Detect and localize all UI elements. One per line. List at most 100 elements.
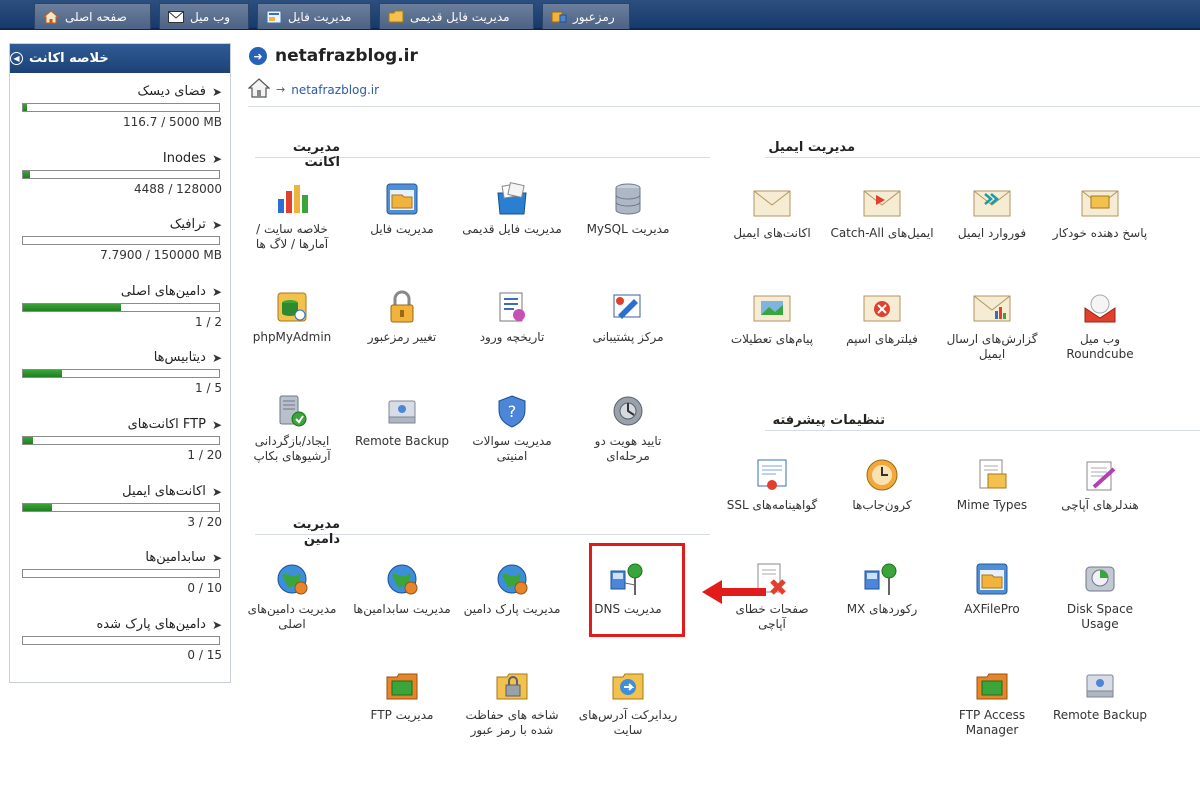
catch-all-email[interactable]: ایمیل‌های Catch-All	[830, 184, 934, 241]
quota-label: دیتابیس‌ها	[153, 350, 206, 365]
spam-filters-label: فیلترهای اسپم	[846, 332, 918, 346]
site-redirects[interactable]: ریدایرکت آدرس‌های سایت	[576, 666, 680, 738]
quota-progress-fill	[23, 104, 27, 111]
quota-label-row: اکانت‌های FTP ➤	[20, 417, 222, 432]
home-icon[interactable]	[247, 78, 271, 101]
protected-folder-icon	[492, 666, 532, 704]
ftp-access-manager[interactable]: FTP Access Manager	[940, 666, 1044, 738]
top-nav-bar: صفحه اصلی وب میل مدیریت فایل مدیریت فایل…	[0, 0, 1200, 30]
login-history-icon	[492, 288, 532, 326]
change-password-label: تغییر رمزعبور	[367, 330, 437, 344]
spam-filter-icon	[862, 290, 902, 328]
mime-types-icon	[972, 456, 1012, 494]
quota-label-row: دیتابیس‌ها ➤	[20, 350, 222, 365]
tab-password-label: رمزعبور	[573, 9, 615, 24]
password-protected-dirs[interactable]: شاخه های حفاظت شده با رمز عبور	[460, 666, 564, 738]
roundcube-webmail[interactable]: وب میل Roundcube	[1048, 290, 1152, 362]
ftp-access-icon	[972, 666, 1012, 704]
quota-label: اکانت‌های ایمیل	[122, 484, 206, 499]
remote-backup-advanced[interactable]: Remote Backup	[1048, 666, 1152, 723]
apache-handlers-label: هندلرهای آپاچی	[1061, 498, 1139, 512]
ftp-manager[interactable]: مدیریت FTP	[350, 666, 454, 723]
email-delivery-reports-label: گزارش‌های ارسال ایمیل	[946, 332, 1038, 361]
email-forwarders[interactable]: فوروارد ایمیل	[940, 184, 1044, 241]
tab-password[interactable]: رمزعبور	[542, 3, 630, 29]
site-summary-stats[interactable]: خلاصه سایت / آمارها / لاگ ها	[240, 180, 344, 252]
quota-label: دامین‌های پارک شده	[96, 617, 206, 632]
section-email-management: مدیریت ایمیل	[765, 140, 1200, 158]
ftp-access-manager-label: FTP Access Manager	[958, 708, 1026, 737]
disk-space-usage[interactable]: Disk Space Usage	[1048, 560, 1152, 632]
ftp-manager-icon	[382, 666, 422, 704]
legacy-file-manager-label: مدیریت فایل قدیمی	[462, 222, 562, 236]
quota-item: فضای دیسک ➤ 116.7 / 5000 MB	[20, 84, 222, 129]
mx-records-icon	[862, 560, 902, 598]
pointer-arrow-icon: ➤	[211, 484, 222, 499]
email-accounts[interactable]: اکانت‌های ایمیل	[720, 184, 824, 241]
autoresponder[interactable]: پاسخ دهنده خودکار	[1048, 184, 1152, 241]
file-manager-icon	[266, 10, 282, 24]
quota-label-row: دامین‌های اصلی ➤	[20, 284, 222, 299]
email-delivery-reports[interactable]: گزارش‌های ارسال ایمیل	[940, 290, 1044, 362]
subdomains[interactable]: مدیریت سابدامین‌ها	[350, 560, 454, 617]
tab-file-manager[interactable]: مدیریت فایل	[257, 3, 371, 29]
vacation-messages[interactable]: پیام‌های تعطیلات	[720, 290, 824, 347]
header-divider	[248, 106, 1200, 107]
pointer-arrow-icon: ➤	[211, 550, 222, 565]
phpmyadmin[interactable]: phpMyAdmin	[240, 288, 344, 345]
account-summary-panel: خلاصه اکانت ◀ فضای دیسک ➤ 116.7 / 5000 MB I…	[9, 43, 231, 683]
envelope-icon	[752, 184, 792, 222]
security-questions[interactable]: ? مدیریت سوالات امنیتی	[460, 392, 564, 464]
ssl-certificates[interactable]: گواهینامه‌های SSL	[720, 456, 824, 513]
mail-report-icon	[972, 290, 1012, 328]
parked-domains[interactable]: مدیریت پارک دامین	[460, 560, 564, 617]
axfilepro[interactable]: AXFilePro	[940, 560, 1044, 617]
globe-gear-icon	[382, 560, 422, 598]
site-summary-stats-label: خلاصه سایت / آمارها / لاگ ها	[255, 222, 329, 251]
stats-icon	[272, 180, 312, 218]
ftp-manager-label: مدیریت FTP	[370, 708, 434, 722]
quota-item: دیتابیس‌ها ➤ 1 / 5	[20, 350, 222, 395]
support-center[interactable]: مرکز پشتیبانی	[576, 288, 680, 345]
section-domain-title: مدیریت دامین	[292, 517, 340, 547]
change-password[interactable]: تغییر رمزعبور	[350, 288, 454, 345]
axfilepro-label: AXFilePro	[964, 602, 1020, 616]
quota-progress-bar	[22, 236, 220, 245]
tab-home[interactable]: صفحه اصلی	[34, 3, 151, 29]
apache-handlers[interactable]: هندلرهای آپاچی	[1048, 456, 1152, 513]
tab-webmail[interactable]: وب میل	[159, 3, 249, 29]
two-factor-auth-label: تایید هویت دو مرحله‌ای	[594, 434, 662, 463]
parked-domains-label: مدیریت پارک دامین	[463, 602, 561, 616]
two-factor-auth[interactable]: تایید هویت دو مرحله‌ای	[576, 392, 680, 464]
quota-label-row: دامین‌های پارک شده ➤	[20, 617, 222, 632]
mysql-manager[interactable]: مدیریت MySQL	[576, 180, 680, 237]
quota-item: سابدامین‌ها ➤ 0 / 10	[20, 550, 222, 595]
mime-types[interactable]: Mime Types	[940, 456, 1044, 513]
quota-progress-bar	[22, 103, 220, 112]
quota-value: 0 / 10	[187, 581, 222, 595]
file-manager[interactable]: مدیریت فایل	[350, 180, 454, 237]
quota-label: دامین‌های اصلی	[120, 284, 206, 299]
ssl-certificates-label: گواهینامه‌های SSL	[726, 498, 818, 512]
email-accounts-label: اکانت‌های ایمیل	[733, 226, 811, 240]
remote-backup[interactable]: Remote Backup	[350, 392, 454, 449]
tab-legacy-file-manager[interactable]: مدیریت فایل قدیمی	[379, 3, 534, 29]
vacation-messages-label: پیام‌های تعطیلات	[730, 332, 814, 346]
breadcrumb-domain-link[interactable]: netafrazblog.ir	[291, 83, 379, 97]
cron-jobs[interactable]: کرون‌جاب‌ها	[830, 456, 934, 513]
apache-handler-icon	[1080, 456, 1120, 494]
quota-item: ترافیک ➤ 7.7900 / 150000 MB	[20, 217, 222, 262]
mx-records[interactable]: رکوردهای MX	[830, 560, 934, 617]
collapse-icon[interactable]: ◀	[10, 52, 23, 65]
red-arrow-icon	[702, 580, 766, 604]
quota-progress-bar	[22, 369, 220, 378]
vacation-icon	[752, 290, 792, 328]
account-summary-header[interactable]: خلاصه اکانت ◀	[10, 44, 230, 73]
legacy-file-manager[interactable]: مدیریت فایل قدیمی	[460, 180, 564, 237]
redirect-icon	[608, 666, 648, 704]
addon-domains[interactable]: مدیریت دامین‌های اصلی	[240, 560, 344, 632]
backup-archives[interactable]: ایجاد/بازگردانی آرشیوهای بکاپ	[240, 392, 344, 464]
login-history[interactable]: تاریخچه ورود	[460, 288, 564, 345]
quota-progress-fill	[23, 304, 121, 311]
spam-filters[interactable]: فیلترهای اسپم	[830, 290, 934, 347]
